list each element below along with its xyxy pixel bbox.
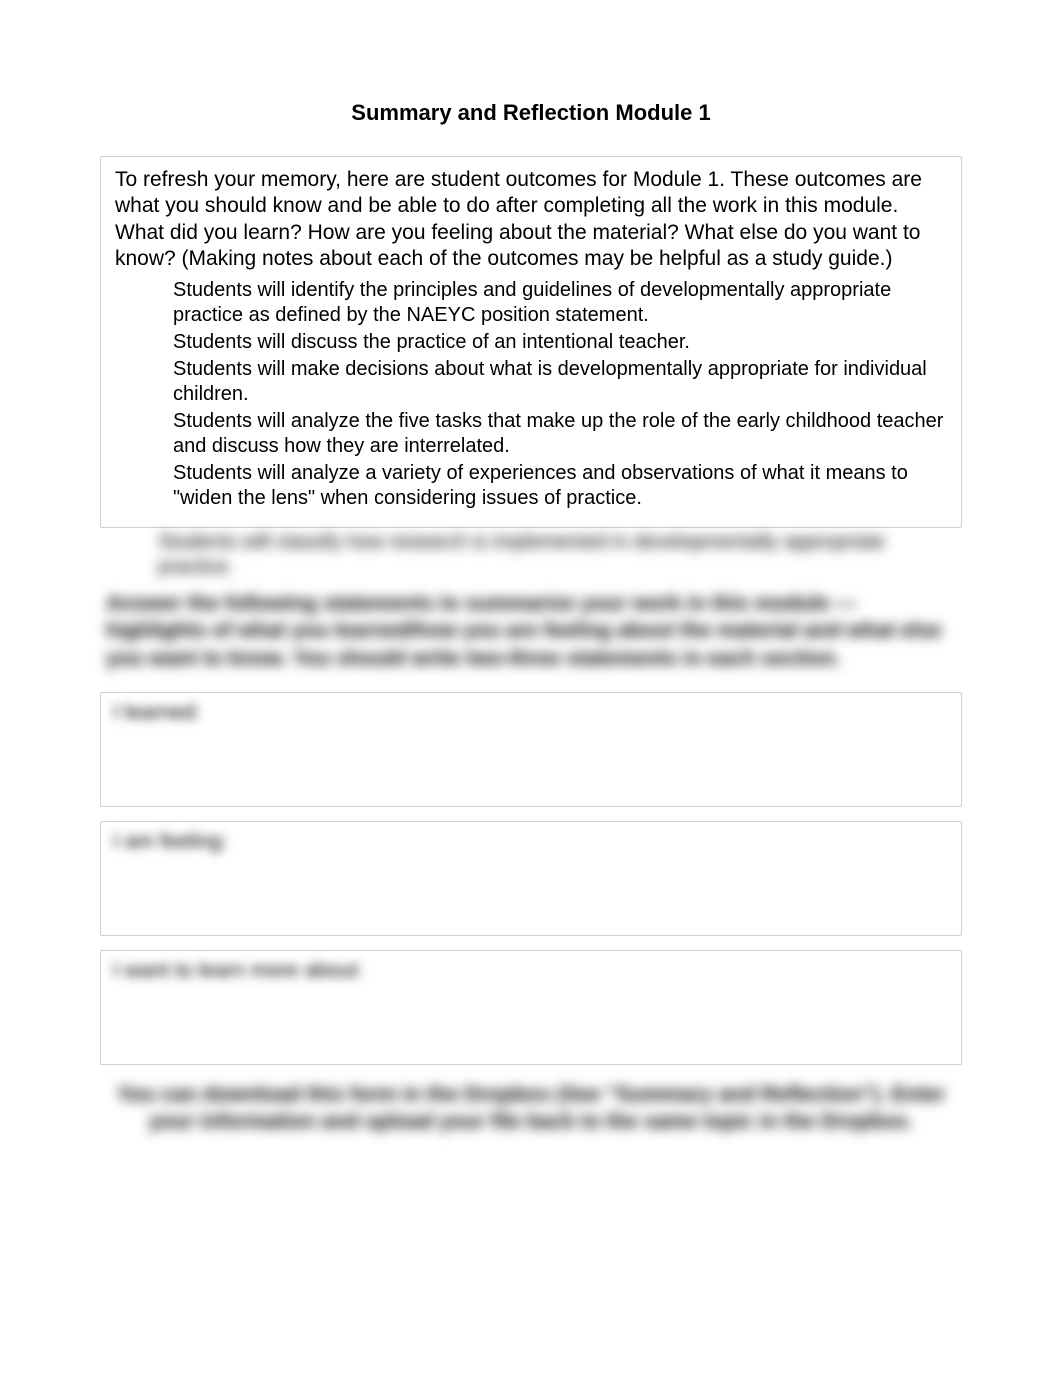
- blurred-instruction-text: Answer the following statements to summa…: [100, 590, 962, 672]
- outcome-item: Students will make decisions about what …: [173, 357, 947, 407]
- outcome-item: Students will identify the principles an…: [173, 278, 947, 328]
- want-label: I want to learn more about:: [113, 959, 363, 983]
- learned-field[interactable]: I learned:: [100, 692, 962, 807]
- learned-label: I learned:: [113, 701, 201, 725]
- intro-text: To refresh your memory, here are student…: [115, 167, 947, 272]
- reflection-form: I learned: I am feeling: I want to learn…: [100, 692, 962, 1065]
- feeling-field[interactable]: I am feeling:: [100, 821, 962, 936]
- footer-note: You can download this form in the Dropbo…: [100, 1081, 962, 1136]
- outcomes-list: Students will identify the principles an…: [115, 278, 947, 511]
- outcome-item: Students will analyze a variety of exper…: [173, 461, 947, 511]
- outcome-item: Students will discuss the practice of an…: [173, 330, 947, 355]
- want-field[interactable]: I want to learn more about:: [100, 950, 962, 1065]
- intro-container: To refresh your memory, here are student…: [100, 156, 962, 528]
- blurred-content: Students will classify how research is i…: [100, 530, 962, 672]
- feeling-label: I am feeling:: [113, 830, 227, 854]
- page-title: Summary and Reflection Module 1: [100, 100, 962, 126]
- outcome-item: Students will analyze the five tasks tha…: [173, 409, 947, 459]
- blurred-outcome-text: Students will classify how research is i…: [100, 530, 962, 580]
